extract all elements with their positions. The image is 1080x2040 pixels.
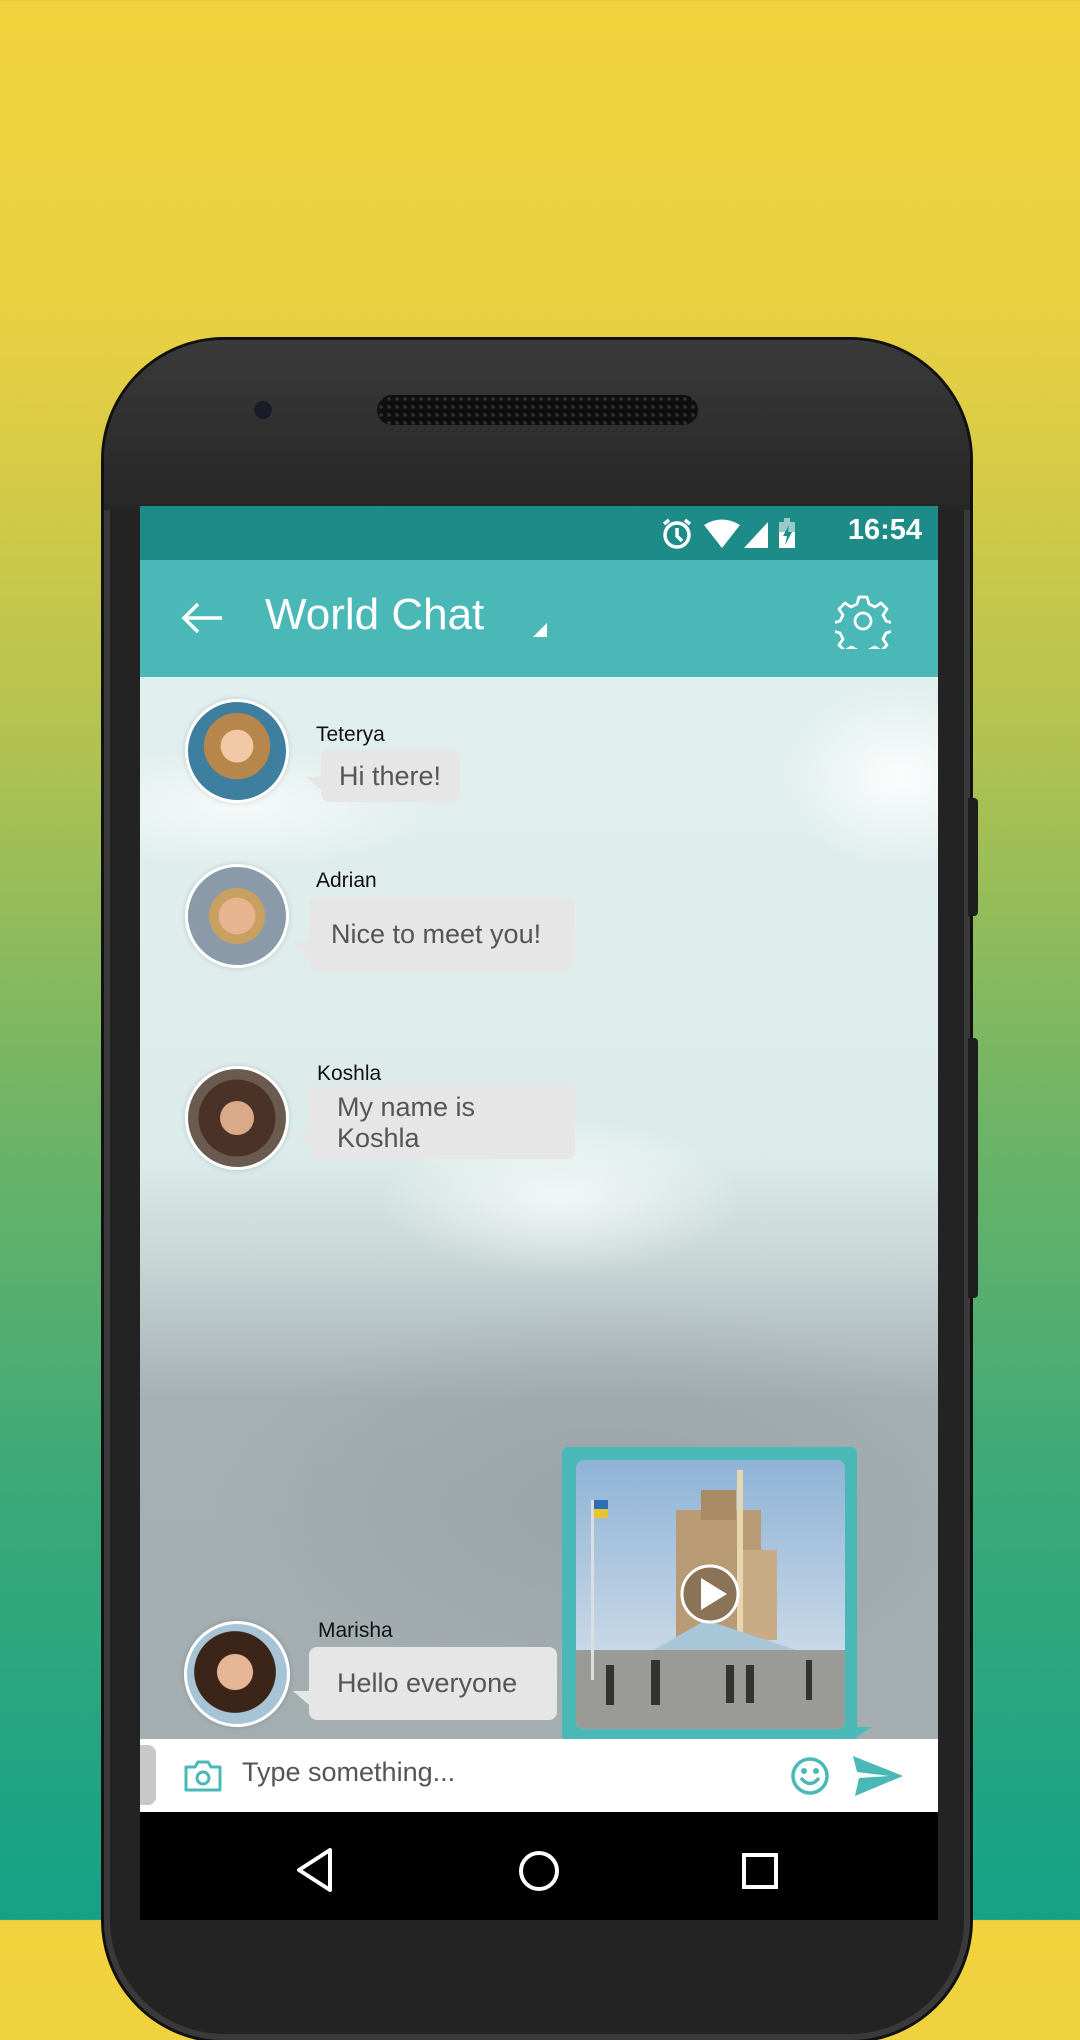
- phone-speaker: [377, 395, 698, 425]
- power-button: [968, 798, 978, 916]
- message-bubble: Hello everyone: [309, 1647, 557, 1720]
- avatar-adrian[interactable]: [185, 864, 289, 968]
- bubble-tail: [306, 777, 322, 791]
- status-time: 16:54: [847, 514, 922, 546]
- message-bubble: Nice to meet you!: [309, 897, 575, 971]
- signal-icon: [744, 522, 768, 548]
- recents-icon[interactable]: [740, 1851, 780, 1891]
- status-icons: [662, 518, 795, 549]
- video-thumbnail-image: [576, 1460, 845, 1729]
- smiley-icon[interactable]: [790, 1756, 830, 1796]
- drawer-handle[interactable]: [140, 1745, 156, 1805]
- gear-icon[interactable]: [835, 593, 891, 649]
- sender-name: Marisha: [318, 1619, 393, 1642]
- avatar-koshla[interactable]: [185, 1066, 289, 1170]
- bubble-tail: [293, 1133, 309, 1147]
- avatar-marisha[interactable]: [184, 1621, 290, 1727]
- home-icon[interactable]: [517, 1849, 561, 1893]
- avatar-teterya[interactable]: [185, 699, 289, 803]
- chat-title[interactable]: World Chat: [265, 590, 484, 640]
- message-bubble: My name is Koshla: [309, 1086, 575, 1159]
- front-camera: [254, 401, 272, 419]
- status-bar: 16:54: [140, 506, 938, 560]
- message-bubble: Hi there!: [321, 750, 460, 802]
- bubble-tail: [293, 1691, 309, 1705]
- sender-name: Koshla: [317, 1062, 382, 1085]
- phone-screen: 16:54 World Chat Teterya Hi there! Adria…: [140, 506, 938, 1920]
- message-input-bar: [140, 1739, 938, 1812]
- send-icon[interactable]: [851, 1754, 905, 1798]
- bubble-tail: [293, 942, 309, 956]
- message-input[interactable]: [242, 1757, 782, 1788]
- sender-name: Teterya: [316, 723, 385, 746]
- video-thumbnail[interactable]: [576, 1460, 845, 1729]
- phone-bezel-top: [104, 340, 970, 510]
- chat-area[interactable]: Teterya Hi there! Adrian Nice to meet yo…: [140, 677, 938, 1741]
- volume-button: [968, 1038, 978, 1298]
- back-icon[interactable]: [295, 1847, 335, 1893]
- sender-name: Adrian: [316, 869, 377, 892]
- app-bar: World Chat: [140, 560, 938, 677]
- triangle-down-icon[interactable]: [532, 622, 548, 638]
- camera-icon[interactable]: [183, 1759, 223, 1793]
- arrow-left-icon[interactable]: [180, 600, 224, 636]
- alarm-icon: [662, 518, 692, 549]
- battery-charging-icon: [779, 518, 795, 548]
- wifi-icon: [704, 519, 740, 548]
- navigation-bar: [140, 1812, 938, 1920]
